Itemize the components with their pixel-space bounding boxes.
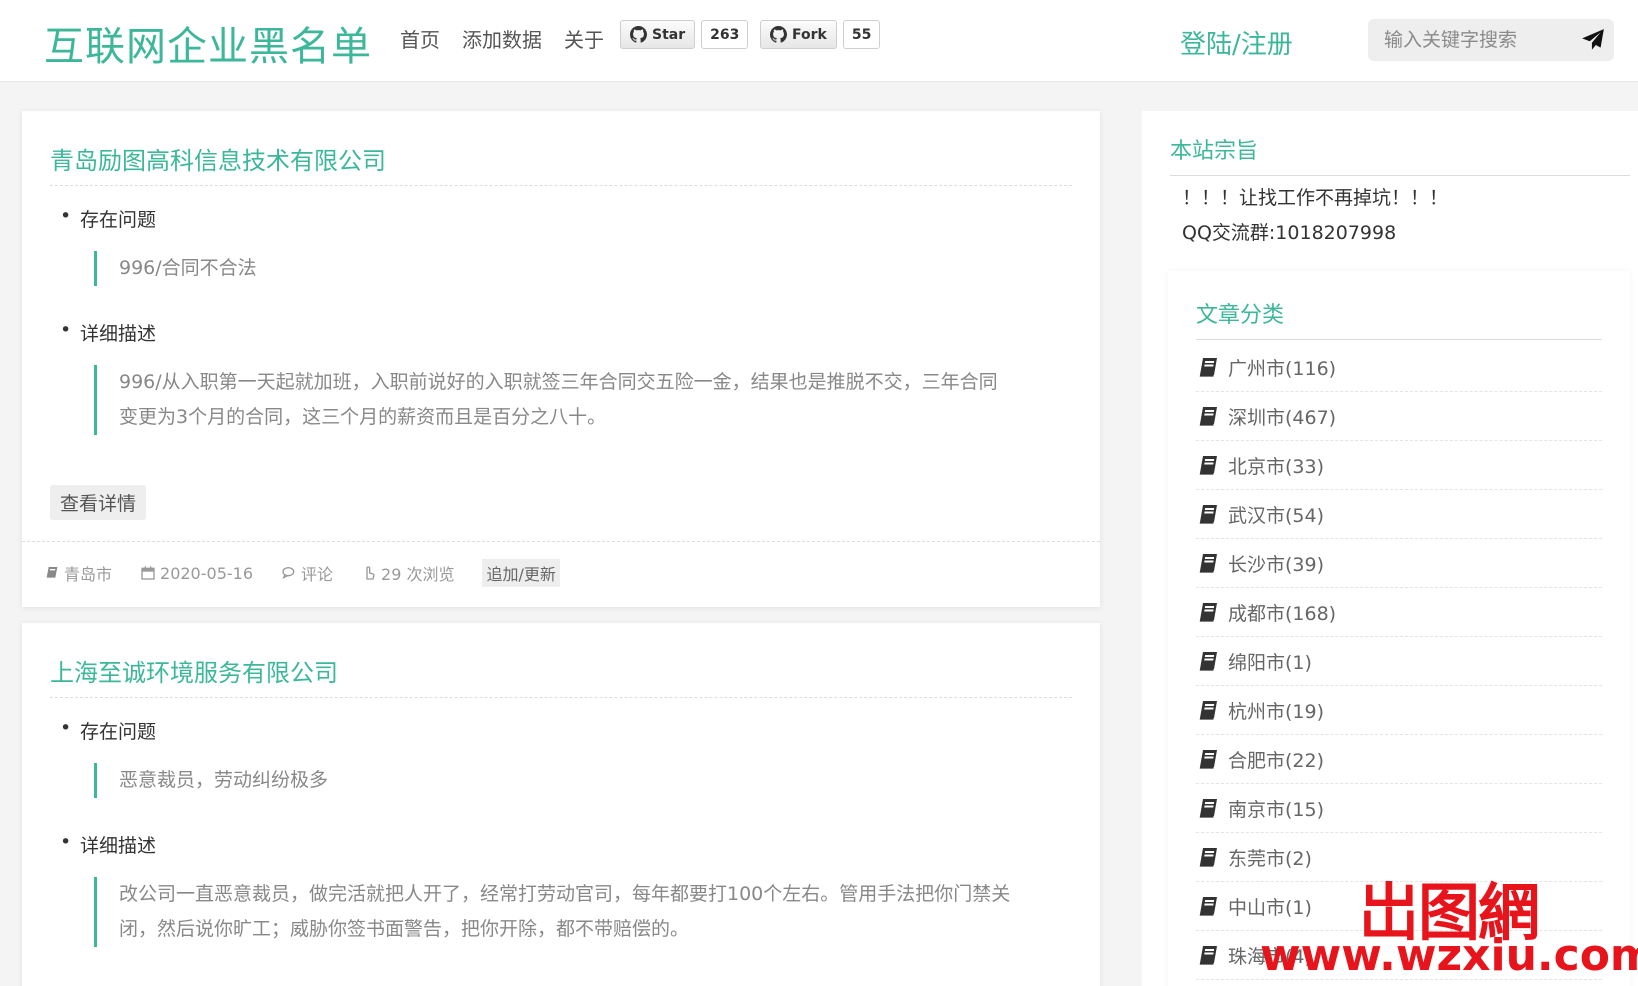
book-icon: [46, 567, 58, 578]
book-icon: [1199, 505, 1217, 524]
nav-home[interactable]: 首页: [400, 24, 440, 53]
send-icon[interactable]: [1580, 27, 1606, 53]
github-star-widget: Star 263: [620, 20, 749, 49]
github-star-label: Star: [652, 26, 686, 43]
problem-label: 存在问题: [80, 721, 157, 743]
book-icon: [1199, 750, 1217, 769]
github-fork-button[interactable]: Fork: [760, 20, 837, 49]
comments-icon: [282, 567, 295, 580]
category-label: 深圳市(467): [1228, 406, 1337, 429]
category-item[interactable]: 广州市(116): [1196, 343, 1602, 392]
problem-heading: 存在问题: [60, 717, 157, 744]
book-icon: [1199, 358, 1217, 377]
view-details-button[interactable]: 查看详情: [50, 485, 147, 520]
divider: [1196, 339, 1602, 340]
post-city[interactable]: 青岛市: [44, 561, 112, 585]
divider: [50, 697, 1072, 698]
detail-heading: 详细描述: [60, 831, 157, 858]
post-date: 2020-05-16: [140, 564, 253, 583]
about-title: 本站宗旨: [1170, 139, 1259, 164]
problem-label: 存在问题: [80, 209, 157, 231]
post-comments[interactable]: 评论: [281, 561, 333, 585]
book-icon: [1199, 407, 1217, 426]
book-icon: [1199, 456, 1217, 475]
problem-heading: 存在问题: [60, 205, 157, 232]
category-label: 北京市(33): [1228, 455, 1325, 478]
book-icon: [1199, 554, 1217, 573]
github-fork-label: Fork: [792, 26, 827, 43]
detail-quote: 改公司一直恶意裁员，做完活就把人开了，经常打劳动官司，每年都要打100个左右。管…: [94, 877, 1014, 947]
post-card: 上海至诚环境服务有限公司 存在问题 恶意裁员，劳动纠纷极多 详细描述 改公司一直…: [22, 623, 1100, 986]
book-icon: [1199, 946, 1217, 965]
github-icon: [770, 26, 787, 43]
book-icon: [1199, 603, 1217, 622]
category-item[interactable]: 合肥市(22): [1196, 735, 1602, 784]
category-item[interactable]: 杭州市(19): [1196, 686, 1602, 735]
sidebar: 本站宗旨 ！！！让找工作不再掉坑！！！ QQ交流群:1018207998 文章分…: [1142, 111, 1638, 986]
post-title[interactable]: 青岛励图高科信息技术有限公司: [50, 141, 386, 176]
divider: [1170, 175, 1630, 176]
problem-quote: 996/合同不合法: [94, 251, 1014, 286]
github-star-count[interactable]: 263: [701, 20, 749, 49]
login-register-link[interactable]: 登陆/注册: [1180, 24, 1293, 61]
post-city-label: 青岛市: [64, 565, 113, 584]
category-label: 南京市(15): [1228, 798, 1325, 821]
book-icon: [1199, 799, 1217, 818]
book-icon: [1199, 652, 1217, 671]
nav-about[interactable]: 关于: [564, 24, 604, 53]
detail-heading: 详细描述: [60, 319, 157, 346]
nav-add-data[interactable]: 添加数据: [462, 24, 542, 53]
site-motto: ！！！让找工作不再掉坑！！！ QQ交流群:1018207998: [1182, 181, 1448, 251]
book-icon: [1199, 701, 1217, 720]
category-item[interactable]: 绵阳市(1): [1196, 637, 1602, 686]
category-label: 杭州市(19): [1228, 700, 1325, 723]
post-date-label: 2020-05-16: [160, 563, 253, 583]
motto-line: ！！！让找工作不再掉坑！！！: [1182, 187, 1449, 209]
divider: [50, 185, 1072, 186]
github-fork-widget: Fork 55: [760, 20, 881, 49]
watermark-url: www.wzxiu.com: [1260, 930, 1638, 981]
watermark: 岀图網 www.wzxiu.com: [1260, 862, 1638, 986]
post-views-label: 29 次浏览: [381, 565, 455, 584]
post-card: 青岛励图高科信息技术有限公司 存在问题 996/合同不合法 详细描述 996/从…: [22, 111, 1100, 607]
category-item[interactable]: 南京市(15): [1196, 784, 1602, 833]
category-label: 长沙市(39): [1228, 553, 1325, 576]
github-icon: [630, 26, 647, 43]
category-title: 文章分类: [1196, 303, 1285, 328]
search-box: [1368, 19, 1614, 61]
category-label: 武汉市(54): [1228, 504, 1325, 527]
qq-group: QQ交流群:1018207998: [1182, 222, 1397, 244]
category-label: 绵阳市(1): [1228, 651, 1312, 674]
category-label: 合肥市(22): [1228, 749, 1325, 772]
top-header: 互联网企业黑名单 首页 添加数据 关于 Star 263 Fork 55 登陆/…: [0, 0, 1638, 82]
category-label: 成都市(168): [1228, 602, 1337, 625]
search-input[interactable]: [1368, 19, 1568, 61]
problem-quote: 恶意裁员，劳动纠纷极多: [94, 763, 1014, 798]
category-item[interactable]: 成都市(168): [1196, 588, 1602, 637]
github-star-button[interactable]: Star: [620, 20, 696, 49]
hand-pointer-icon: [366, 566, 375, 580]
site-logo[interactable]: 互联网企业黑名单: [44, 14, 372, 72]
book-icon: [1199, 848, 1217, 867]
main-nav: 首页 添加数据 关于: [400, 24, 604, 53]
calendar-icon: [141, 566, 155, 580]
divider: [22, 541, 1100, 542]
post-views: 29 次浏览: [361, 561, 454, 585]
post-meta: 青岛市 2020-05-16 评论 29 次浏览 追加/更新: [44, 559, 560, 587]
post-title[interactable]: 上海至诚环境服务有限公司: [50, 653, 338, 688]
category-item[interactable]: 长沙市(39): [1196, 539, 1602, 588]
github-fork-count[interactable]: 55: [842, 20, 881, 49]
category-label: 广州市(116): [1228, 357, 1337, 380]
category-item[interactable]: 武汉市(54): [1196, 490, 1602, 539]
category-item[interactable]: 北京市(33): [1196, 441, 1602, 490]
detail-label: 详细描述: [80, 835, 157, 857]
detail-label: 详细描述: [80, 323, 157, 345]
post-comments-label: 评论: [301, 565, 334, 584]
append-update-button[interactable]: 追加/更新: [482, 559, 560, 587]
category-item[interactable]: 深圳市(467): [1196, 392, 1602, 441]
detail-quote: 996/从入职第一天起就加班，入职前说好的入职就签三年合同交五险一金，结果也是推…: [94, 365, 1014, 435]
book-icon: [1199, 897, 1217, 916]
